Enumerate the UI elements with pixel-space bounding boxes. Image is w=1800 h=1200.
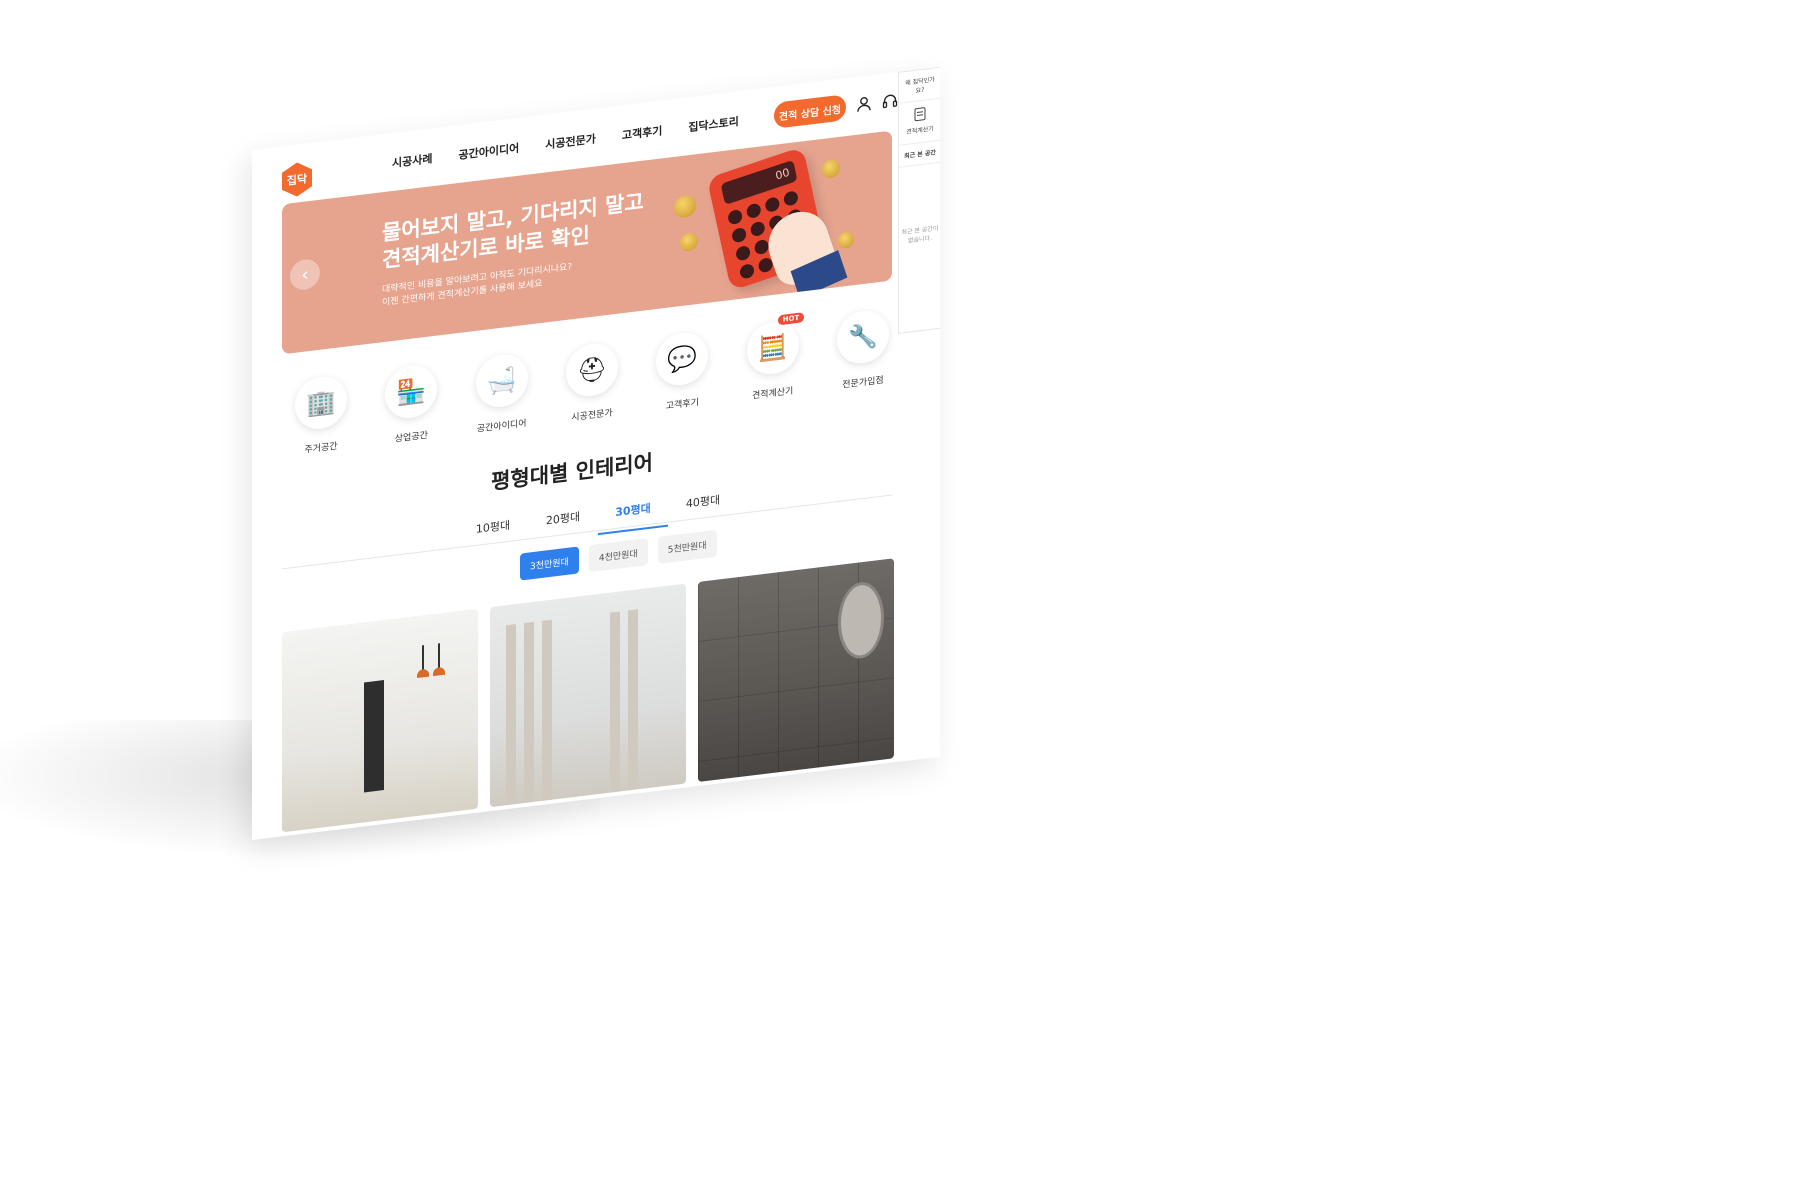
category-expert-join[interactable]: 🔧 전문가입점 [824,306,902,392]
category-label: 상업공간 [394,430,428,445]
category-commercial[interactable]: 🏪 상업공간 [372,361,450,447]
interior-photo[interactable] [490,583,686,808]
category-reviews[interactable]: 💬 고객후기 [643,328,721,414]
wood-slat [524,621,534,804]
coin-icon [822,158,840,180]
consultation-button[interactable]: 견적 상담 신청 [774,94,846,129]
wood-slat [610,611,620,793]
category-label: 주거공간 [304,441,338,456]
coin-icon [680,232,698,253]
nav-item-story[interactable]: 집닥스토리 [688,113,739,135]
price-chip-50m[interactable]: 5천만원대 [657,529,717,564]
tab-40[interactable]: 40평대 [668,489,738,513]
category-residential[interactable]: 🏢 주거공간 [282,372,360,458]
tab-20[interactable]: 20평대 [528,506,598,530]
bathtub-icon: 🛁 [475,351,528,410]
hot-badge: HOT [777,312,805,326]
category-label: 공간아이디어 [476,418,527,435]
user-icon[interactable] [856,95,872,113]
price-filter: 3천만원대 4천만원대 5천만원대 [520,529,717,581]
quick-menu-title[interactable]: 왜 집닥인가요? [899,67,940,104]
nav-item-cases[interactable]: 시공사례 [392,150,432,171]
nav-item-space-ideas[interactable]: 공간아이디어 [458,140,519,163]
wood-slat [506,624,516,806]
category-space-ideas[interactable]: 🛁 공간아이디어 [463,350,541,436]
interior-gallery [282,558,894,833]
category-label: 견적계산기 [751,386,794,402]
pendant-lamp [422,645,424,672]
interior-photo[interactable] [282,608,478,833]
wood-slat [628,609,638,791]
brand-logo[interactable]: 집닥 [282,161,312,199]
nav-item-reviews[interactable]: 고객후기 [622,122,662,143]
storefront-icon: 🏪 [385,362,438,421]
quick-menu-sidebar: 왜 집닥인가요? 견적계산기 최근 본 공간 최근 본 공간이 없습니다. [898,66,940,334]
building-icon: 🏢 [295,373,347,432]
coin-icon [674,194,696,219]
interior-photo[interactable] [698,558,894,783]
helmet-icon: ⛑ [565,340,618,400]
chat-review-icon: 💬 [656,329,709,389]
recent-viewed-empty: 최근 본 공간이 없습니다. [901,224,939,245]
pendant-lamp [438,643,440,670]
tab-10[interactable]: 10평대 [458,515,528,539]
banner-prev-button[interactable]: ‹ [290,257,320,292]
document-icon [914,107,926,122]
category-experts[interactable]: ⛑ 시공전문가 [553,339,631,425]
tool-icon: 🔧 [836,307,889,367]
quick-menu-calculator[interactable]: 견적계산기 [899,98,940,146]
category-label: 고객후기 [665,397,699,412]
quick-menu-calculator-label: 견적계산기 [906,125,934,136]
banner-title: 물어보지 말고, 기다리지 말고 견적계산기로 바로 확인 [382,189,644,273]
door-detail [364,680,384,793]
mockup-stage: 집닥 시공사례 공간아이디어 시공전문가 고객후기 집닥스토리 견적 상담 신청 [0,0,1800,1200]
wood-slat [542,619,552,801]
coin-icon [838,231,854,250]
nav-item-experts[interactable]: 시공전문가 [545,130,596,152]
category-calculator[interactable]: 🧮 HOT 견적계산기 [734,312,812,403]
price-chip-40m[interactable]: 4천만원대 [588,538,648,573]
price-chip-30m[interactable]: 3천만원대 [520,546,579,581]
headset-icon[interactable] [882,92,898,110]
tab-30[interactable]: 30평대 [598,498,668,522]
category-label: 시공전문가 [571,408,613,424]
calculator-icon: 🧮 [746,318,799,378]
website-screen: 집닥 시공사례 공간아이디어 시공전문가 고객후기 집닥스토리 견적 상담 신청 [252,66,940,840]
category-label: 전문가입점 [842,375,884,391]
